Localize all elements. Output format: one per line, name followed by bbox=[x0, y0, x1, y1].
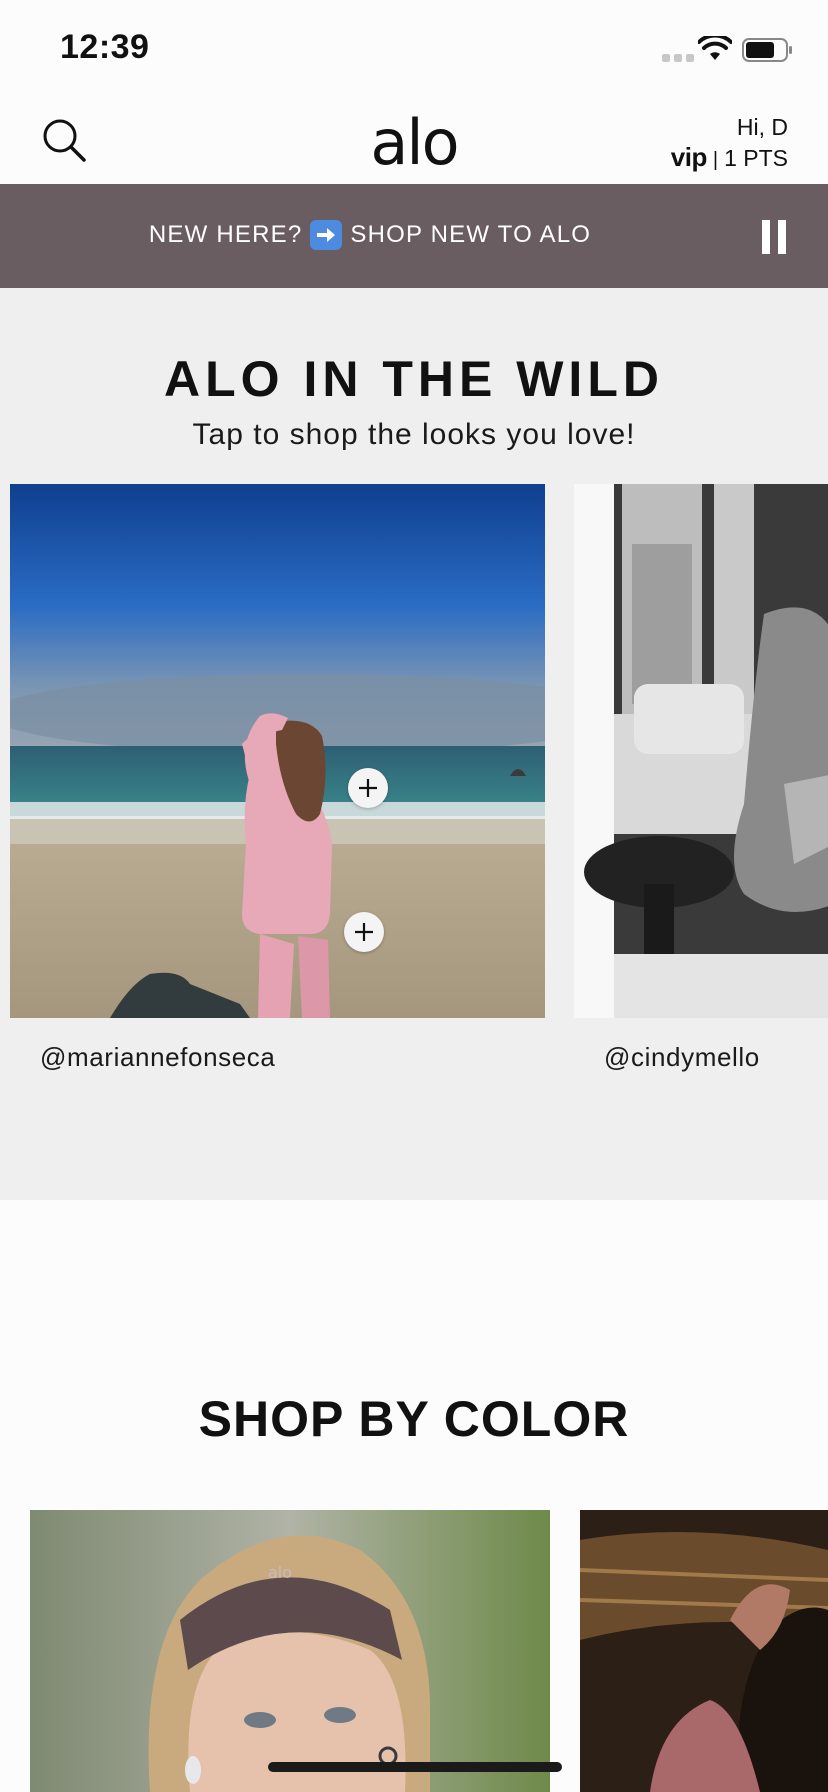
wifi-icon bbox=[698, 36, 732, 60]
headband-model-photo: alo bbox=[30, 1510, 550, 1792]
status-time: 12:39 bbox=[60, 28, 150, 66]
beach-photo bbox=[10, 484, 545, 1018]
right-arrow-icon bbox=[310, 220, 343, 250]
plus-icon bbox=[355, 923, 373, 941]
cellular-signal-icon bbox=[662, 54, 694, 62]
points-balance: 1 PTS bbox=[724, 145, 788, 171]
account-summary[interactable]: Hi, D vip | 1 PTS bbox=[671, 112, 788, 175]
ugc-card-beach[interactable] bbox=[10, 484, 545, 1018]
creator-handle[interactable]: @cindymello bbox=[604, 1042, 760, 1073]
section-title: ALO IN THE WILD bbox=[164, 351, 664, 407]
vip-badge: vip bbox=[670, 142, 708, 172]
shop-look-hotspot-top[interactable] bbox=[348, 768, 388, 808]
color-card-espresso[interactable]: alo bbox=[30, 1510, 550, 1792]
ugc-card-interior[interactable] bbox=[574, 484, 828, 1018]
promo-text-cta: SHOP NEW TO ALO bbox=[350, 221, 592, 248]
shop-look-hotspot-bottom[interactable] bbox=[344, 912, 384, 952]
home-indicator[interactable] bbox=[268, 1762, 562, 1772]
shop-by-color-title: SHOP BY COLOR bbox=[198, 1391, 630, 1447]
greeting-text: Hi, D bbox=[736, 114, 788, 140]
section-subtitle: Tap to shop the looks you love! bbox=[192, 418, 636, 451]
interior-photo bbox=[574, 484, 828, 1018]
points-separator: | bbox=[712, 149, 719, 171]
headband-logo: alo bbox=[268, 1563, 292, 1582]
pause-icon[interactable] bbox=[762, 220, 790, 254]
battery-icon bbox=[742, 38, 792, 62]
app-header: alo Hi, D vip | 1 PTS bbox=[0, 96, 828, 184]
promo-link[interactable]: NEW HERE? SHOP NEW TO ALO bbox=[0, 220, 740, 250]
wicker-model-photo bbox=[580, 1510, 828, 1792]
status-bar: 12:39 bbox=[0, 0, 828, 96]
alo-in-the-wild-section: ALO IN THE WILD Tap to shop the looks yo… bbox=[0, 288, 828, 1200]
color-card-mauve[interactable] bbox=[580, 1510, 828, 1792]
promo-text-lead: NEW HERE? bbox=[148, 221, 303, 248]
plus-icon bbox=[359, 779, 377, 797]
creator-handle[interactable]: @mariannefonseca bbox=[40, 1042, 275, 1073]
promo-banner[interactable]: NEW HERE? SHOP NEW TO ALO bbox=[0, 184, 828, 288]
